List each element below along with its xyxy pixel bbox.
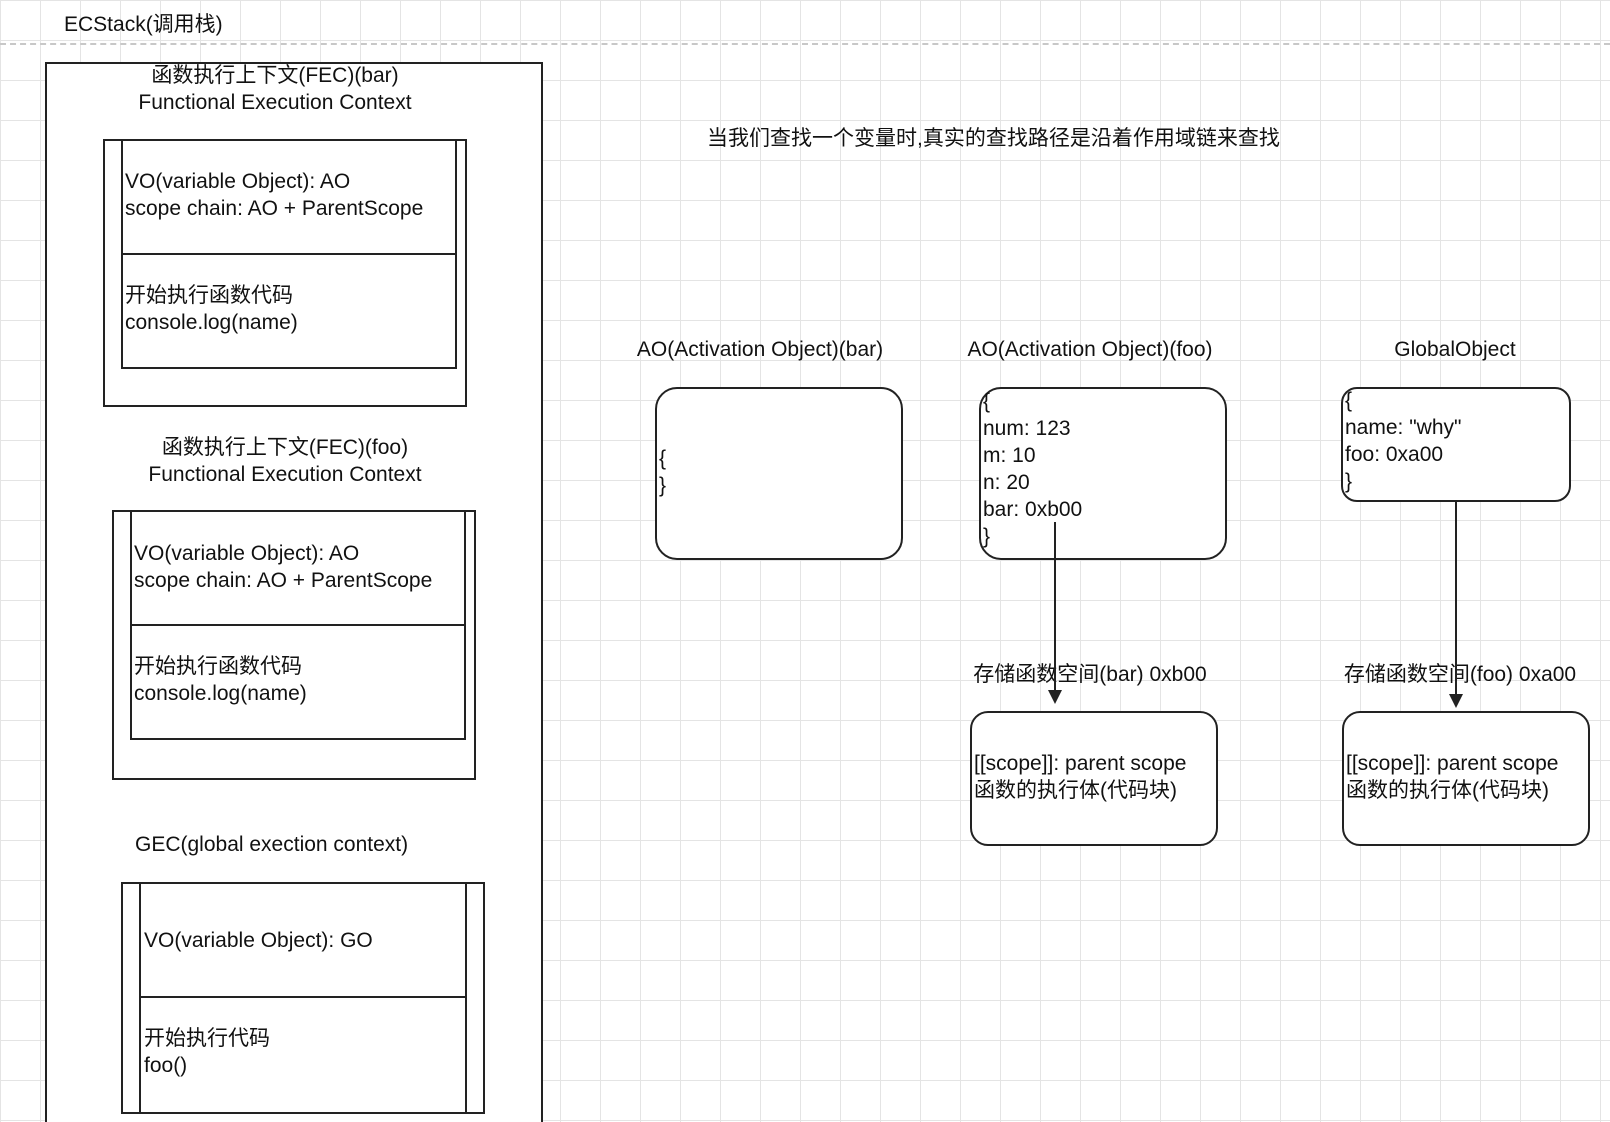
arrow-global-foo-to-func-foo (1449, 502, 1463, 708)
arrow-foo-bar-to-func-bar (1048, 522, 1062, 704)
reference-arrows (1048, 502, 1463, 708)
